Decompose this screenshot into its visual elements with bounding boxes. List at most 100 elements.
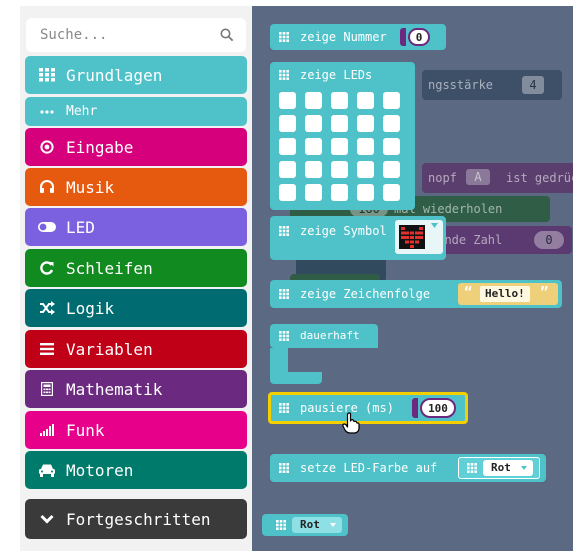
led-cell[interactable] xyxy=(305,161,322,178)
block-label: dauerhaft xyxy=(300,329,360,342)
background-block-text: nopf xyxy=(428,171,457,185)
led-cell[interactable] xyxy=(331,115,348,132)
category-label: Musik xyxy=(66,177,115,197)
heart-symbol-icon xyxy=(399,225,425,249)
led-cell[interactable] xyxy=(357,138,374,155)
led-cell[interactable] xyxy=(331,161,348,178)
led-cell[interactable] xyxy=(305,92,322,109)
led-cell[interactable] xyxy=(357,92,374,109)
category-label: Eingabe xyxy=(66,137,134,157)
search-icon[interactable] xyxy=(220,27,234,46)
close-quote: ” xyxy=(540,285,549,301)
led-matrix[interactable] xyxy=(270,62,415,210)
grid-icon xyxy=(467,463,477,473)
led-cell[interactable] xyxy=(383,138,400,155)
category-led[interactable]: LED xyxy=(25,208,247,246)
category-logik[interactable]: Logik xyxy=(25,289,247,327)
led-cell[interactable] xyxy=(331,138,348,155)
grid-icon xyxy=(279,32,289,42)
target-icon xyxy=(36,140,58,154)
led-cell[interactable] xyxy=(383,92,400,109)
block-zeige-leds[interactable]: zeige LEDs xyxy=(270,62,415,210)
block-label: zeige Zeichenfolge xyxy=(300,287,431,301)
led-cell[interactable] xyxy=(357,161,374,178)
background-block-knopf: nopf A ist gedrüc xyxy=(422,163,573,193)
led-cell[interactable] xyxy=(279,92,296,109)
background-block-value: 4 xyxy=(522,76,544,94)
led-cell[interactable] xyxy=(305,138,322,155)
search-box[interactable] xyxy=(26,18,246,52)
grid-icon xyxy=(279,331,289,341)
calculator-icon xyxy=(36,382,58,396)
grid-icon xyxy=(276,520,286,530)
led-cell[interactable] xyxy=(279,161,296,178)
led-cell[interactable] xyxy=(279,184,296,201)
grid-icon xyxy=(279,463,289,473)
category-musik[interactable]: Musik xyxy=(25,168,247,206)
search-input[interactable] xyxy=(40,25,210,45)
category-label: Mathematik xyxy=(66,379,163,399)
block-pausiere[interactable]: pausiere (ms) 100 xyxy=(268,392,468,424)
category-variablen[interactable]: Variablen xyxy=(25,330,247,368)
block-label: setze LED-Farbe auf xyxy=(300,461,438,475)
led-cell[interactable] xyxy=(331,184,348,201)
number-socket xyxy=(400,28,406,46)
block-label: zeige Symbol xyxy=(300,224,387,238)
category-label: Motoren xyxy=(66,460,134,480)
category-grundlagen[interactable]: Grundlagen xyxy=(25,56,247,94)
signal-icon xyxy=(36,424,58,436)
led-cell[interactable] xyxy=(331,92,348,109)
led-cell[interactable] xyxy=(305,184,322,201)
category-mathematik[interactable]: Mathematik xyxy=(25,370,247,408)
open-quote: “ xyxy=(464,285,473,301)
background-block-value: 0 xyxy=(534,231,564,249)
led-cell[interactable] xyxy=(279,115,296,132)
led-cell[interactable] xyxy=(357,184,374,201)
led-cell[interactable] xyxy=(279,138,296,155)
color-dropdown[interactable]: Rot xyxy=(292,517,342,533)
grid-icon xyxy=(36,68,58,82)
category-mehr[interactable]: Mehr xyxy=(25,97,247,126)
category-schleifen[interactable]: Schleifen xyxy=(25,249,247,287)
list-icon xyxy=(36,343,58,355)
block-rot[interactable]: Rot xyxy=(262,514,348,536)
shuffle-icon xyxy=(36,301,58,315)
category-motoren[interactable]: Motoren xyxy=(25,451,247,489)
block-dauerhaft[interactable]: dauerhaft xyxy=(270,324,378,348)
dropdown-arrow-icon xyxy=(521,466,527,470)
block-zeige-nummer[interactable]: zeige Nummer 0 xyxy=(270,24,446,50)
block-zeige-symbol[interactable]: zeige Symbol xyxy=(270,216,446,260)
block-workspace[interactable]: ngsstärke 4 nopf A ist gedrüc 160 mal wi… xyxy=(252,6,573,551)
category-eingabe[interactable]: Eingabe xyxy=(25,128,247,166)
number-input[interactable]: 0 xyxy=(408,28,430,46)
color-dropdown-block[interactable]: Rot xyxy=(458,457,540,479)
color-dropdown-value: Rot xyxy=(491,461,511,474)
color-dropdown-value: Rot xyxy=(300,518,320,531)
block-label: zeige Nummer xyxy=(300,30,387,44)
toggle-icon xyxy=(36,222,58,232)
category-fortgeschritten[interactable]: Fortgeschritten xyxy=(25,499,247,539)
car-icon xyxy=(36,463,58,477)
led-cell[interactable] xyxy=(383,115,400,132)
symbol-dropdown[interactable] xyxy=(395,220,443,254)
refresh-icon xyxy=(36,261,58,275)
color-dropdown[interactable]: Rot xyxy=(483,460,533,476)
block-zeige-zeichenfolge[interactable]: zeige Zeichenfolge “ Hello! ” xyxy=(270,280,562,308)
category-label: Mehr xyxy=(66,104,98,119)
category-label: LED xyxy=(66,217,95,237)
dropdown-arrow-icon xyxy=(431,223,438,228)
category-label: Fortgeschritten xyxy=(66,509,211,529)
category-funk[interactable]: Funk xyxy=(25,411,247,449)
background-block-text-rest: ist gedrüc xyxy=(506,171,573,185)
led-cell[interactable] xyxy=(383,184,400,201)
string-input[interactable]: Hello! xyxy=(480,286,530,302)
more-dots-icon xyxy=(36,109,58,114)
number-input[interactable]: 100 xyxy=(420,398,456,418)
block-setze-led-farbe[interactable]: setze LED-Farbe auf Rot xyxy=(270,454,546,482)
string-block[interactable]: “ Hello! ” xyxy=(458,283,558,305)
led-cell[interactable] xyxy=(305,115,322,132)
led-cell[interactable] xyxy=(383,161,400,178)
dropdown-arrow-icon xyxy=(330,523,336,527)
background-block-signal: ngsstärke 4 xyxy=(422,70,562,100)
led-cell[interactable] xyxy=(357,115,374,132)
